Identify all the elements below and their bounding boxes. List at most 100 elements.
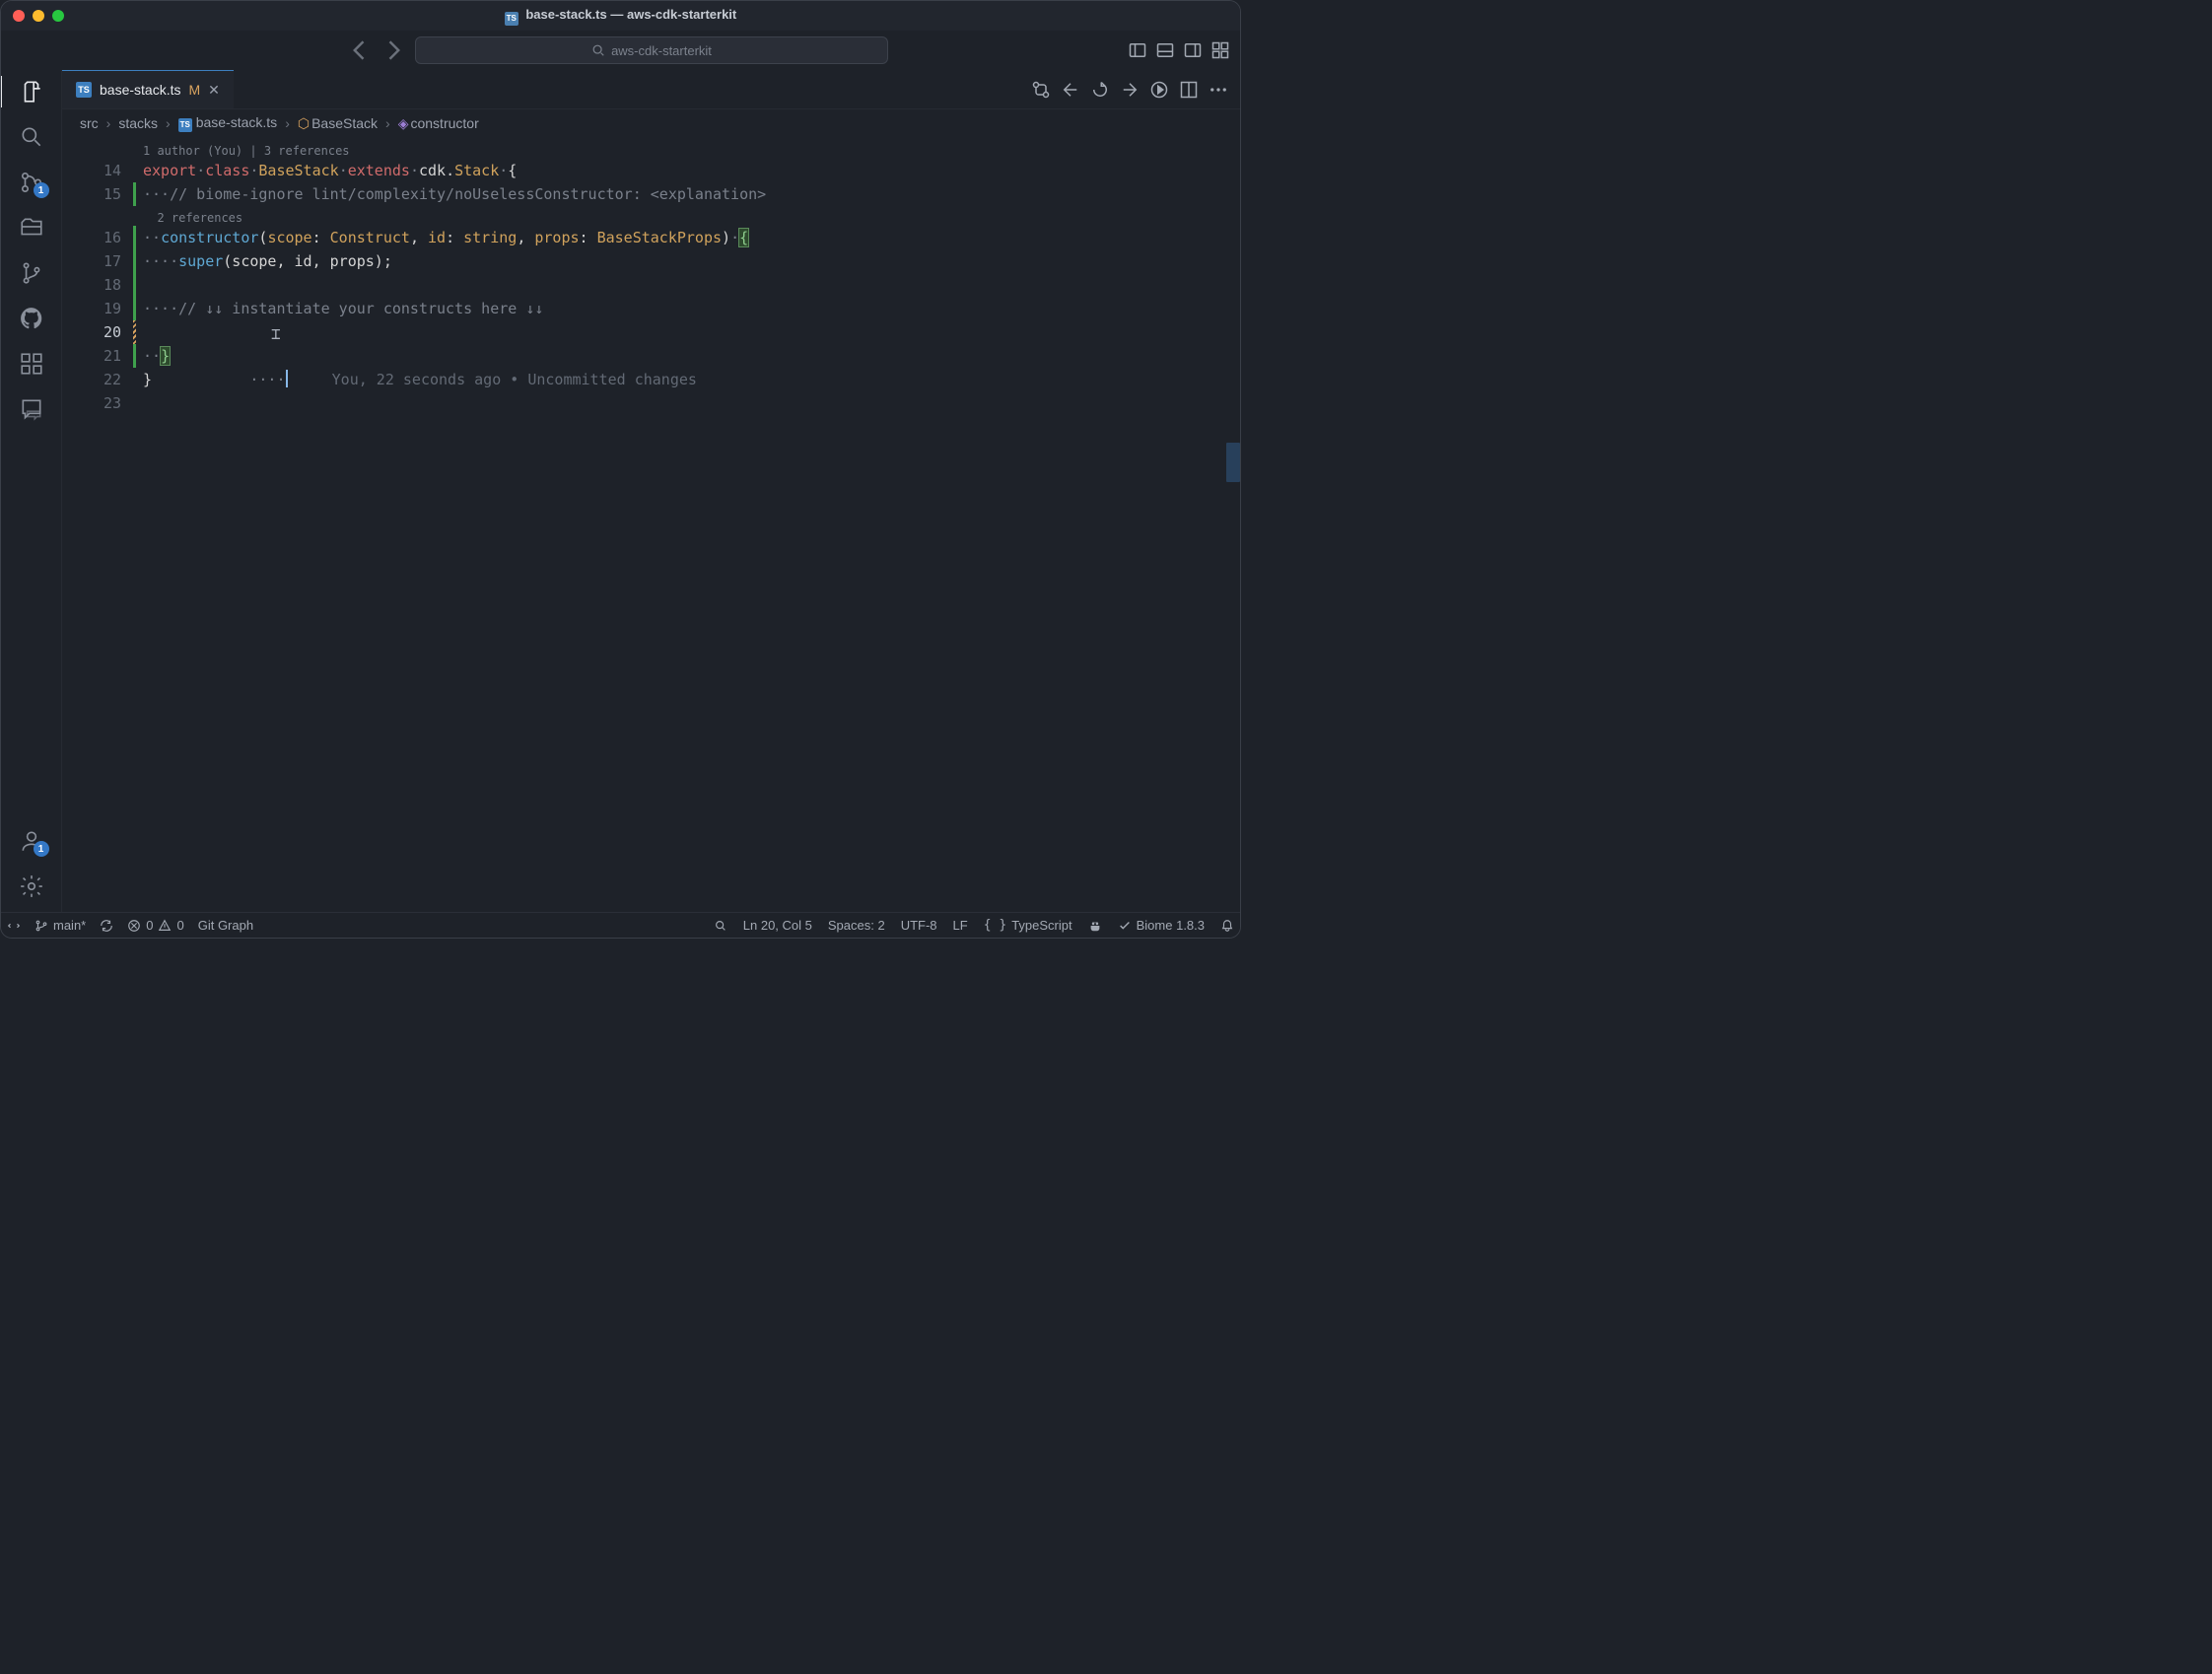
layout-panel-bottom-icon[interactable] [1155,40,1175,60]
problems-indicator[interactable]: 0 0 [127,918,183,933]
codelens-ctor[interactable]: 2 references [143,206,1240,226]
code-line: ···// biome-ignore lint/complexity/noUse… [143,182,1240,206]
revert-icon[interactable] [1090,80,1110,100]
copilot-status-icon[interactable] [1088,919,1102,933]
activity-bar: 1 1 [1,70,62,912]
ts-file-icon: TS [505,12,518,26]
customize-layout-icon[interactable] [1210,40,1230,60]
tab-close-button[interactable]: ✕ [208,82,220,99]
title-bar: TS base-stack.ts — aws-cdk-starterkit [1,1,1240,31]
ts-file-icon: TS [76,82,92,98]
codelens-class[interactable]: 1 author (You) | 3 references [143,139,1240,159]
branch-indicator[interactable]: main* [35,918,86,933]
line-number: 18 [62,273,143,297]
more-actions-icon[interactable] [1209,80,1228,100]
cursor-position[interactable]: Ln 20, Col 5 [743,918,812,933]
class-icon: ⬡ [298,115,310,131]
search-icon [591,43,605,57]
chevron-right-icon: › [166,115,171,131]
window-title: TS base-stack.ts — aws-cdk-starterkit [1,7,1240,26]
scm-badge: 1 [34,182,49,198]
encoding[interactable]: UTF-8 [901,918,937,933]
top-toolbar: aws-cdk-starterkit [1,31,1240,70]
nav-forward-button[interactable] [380,36,407,64]
breadcrumb-stacks[interactable]: stacks [118,115,158,131]
tab-modified-indicator: M [188,82,200,98]
code-editor[interactable]: 14 15 16 17 18 19 20 21 22 23 1 author (… [62,137,1240,912]
layout-sidebar-right-icon[interactable] [1183,40,1203,60]
chevron-right-icon: › [385,115,390,131]
command-center-text: aws-cdk-starterkit [611,43,712,58]
line-number: 22 [62,368,143,391]
command-center[interactable]: aws-cdk-starterkit [415,36,888,64]
code-line [143,391,1240,415]
close-window-button[interactable] [13,10,25,22]
status-bar: main* 0 0 Git Graph Ln 20, Col 5 Spaces:… [1,912,1240,938]
next-change-icon[interactable] [1120,80,1140,100]
layout-sidebar-left-icon[interactable] [1128,40,1147,60]
code-line: ····// ↓↓ instantiate your constructs he… [143,297,1240,320]
editor-tab[interactable]: TS base-stack.ts M ✕ [62,70,234,108]
github-tab[interactable] [18,305,45,332]
breadcrumb-src[interactable]: src [80,115,99,131]
line-number: 21 [62,344,143,368]
ts-file-icon: TS [178,118,192,132]
prev-change-icon[interactable] [1061,80,1080,100]
sync-button[interactable] [100,919,113,933]
tab-bar: TS base-stack.ts M ✕ [62,70,1240,109]
code-line: ··} [143,344,1240,368]
line-number: 23 [62,391,143,415]
code-line: } [143,368,1240,391]
nav-back-button[interactable] [346,36,374,64]
projects-tab[interactable] [18,214,45,242]
code-line: ···· You, 22 seconds ago • Uncommitted c… [143,320,1240,344]
app-window: TS base-stack.ts — aws-cdk-starterkit aw… [0,0,1241,939]
compare-changes-icon[interactable] [1031,80,1051,100]
extensions-tab[interactable] [18,350,45,378]
line-number: 20 [62,320,143,344]
line-number: 16 [62,226,143,249]
settings-button[interactable] [18,872,45,900]
line-number: 17 [62,249,143,273]
minimize-window-button[interactable] [33,10,44,22]
chat-tab[interactable] [18,395,45,423]
breadcrumb-file[interactable]: TSbase-stack.ts [178,114,277,132]
code-line: ··constructor(scope: Construct, id: stri… [143,226,1240,249]
source-control-tab[interactable]: 1 [18,169,45,196]
search-tab[interactable] [18,123,45,151]
indentation[interactable]: Spaces: 2 [828,918,885,933]
language-mode[interactable]: { } TypeScript [984,918,1072,933]
git-graph-button[interactable]: Git Graph [198,918,253,933]
code-line: export·class·BaseStack·extends·cdk.Stack… [143,159,1240,182]
breadcrumb-class[interactable]: ⬡BaseStack [298,115,378,132]
editor-group: TS base-stack.ts M ✕ src › [62,70,1240,912]
code-content[interactable]: 1 author (You) | 3 references export·cla… [143,137,1240,912]
accounts-button[interactable]: 1 [18,827,45,855]
tab-filename: base-stack.ts [100,82,180,98]
line-number: 15 [62,182,143,206]
split-editor-icon[interactable] [1179,80,1199,100]
mouse-ibeam-icon: ⌶ [271,322,281,346]
find-in-selection-icon[interactable] [714,919,727,933]
line-number: 19 [62,297,143,320]
account-badge: 1 [34,841,49,857]
zoom-window-button[interactable] [52,10,64,22]
remote-indicator[interactable] [7,919,21,933]
chevron-right-icon: › [285,115,290,131]
code-line: ····super(scope, id, props); [143,249,1240,273]
git-branch-tab[interactable] [18,259,45,287]
method-icon: ◈ [398,115,409,131]
eol[interactable]: LF [953,918,968,933]
window-controls [1,10,64,22]
explorer-tab[interactable] [18,78,45,105]
run-icon[interactable] [1149,80,1169,100]
title-project: aws-cdk-starterkit [627,7,736,22]
chevron-right-icon: › [106,115,111,131]
breadcrumb-constructor[interactable]: ◈constructor [398,115,479,132]
notifications-button[interactable] [1220,919,1234,933]
breadcrumb[interactable]: src › stacks › TSbase-stack.ts › ⬡BaseSt… [62,109,1240,137]
linter-status[interactable]: Biome 1.8.3 [1118,918,1205,933]
line-number: 14 [62,159,143,182]
line-number-gutter: 14 15 16 17 18 19 20 21 22 23 [62,137,143,912]
code-line [143,273,1240,297]
